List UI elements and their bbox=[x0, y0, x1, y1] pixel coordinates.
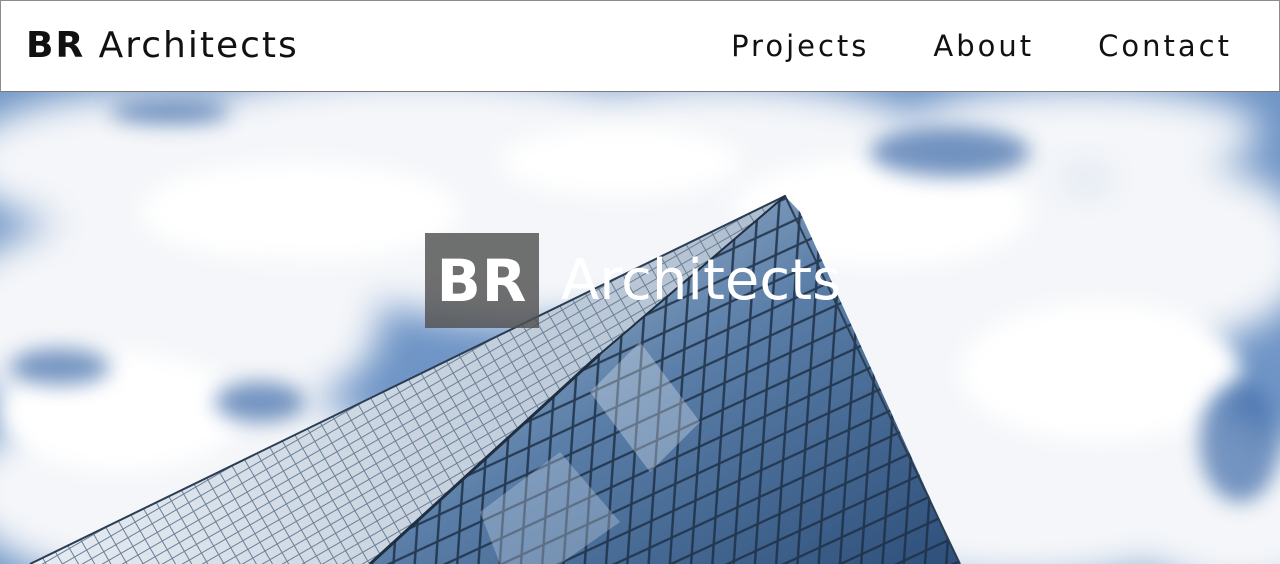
main-nav: Projects About Contact bbox=[731, 29, 1232, 63]
hero-title-text: Architects bbox=[561, 248, 842, 313]
nav-about[interactable]: About bbox=[933, 29, 1034, 63]
site-header: BR Architects Projects About Contact bbox=[0, 0, 1280, 92]
logo-text: Architects bbox=[98, 25, 299, 66]
logo-bold-text: BR bbox=[26, 25, 86, 66]
hero-title: BR Architects bbox=[425, 233, 841, 328]
nav-contact[interactable]: Contact bbox=[1098, 29, 1232, 63]
hero-banner: BR Architects bbox=[0, 92, 1280, 564]
hero-image bbox=[0, 92, 1280, 564]
hero-title-bold: BR bbox=[425, 233, 539, 328]
site-logo[interactable]: BR Architects bbox=[26, 25, 299, 66]
nav-projects[interactable]: Projects bbox=[731, 29, 869, 63]
